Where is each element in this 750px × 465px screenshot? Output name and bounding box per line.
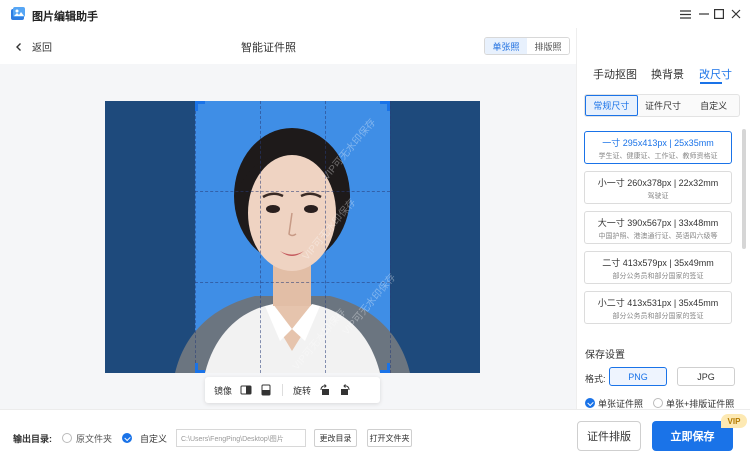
- size-option[interactable]: 小二寸 413x531px | 35x45mm 部分公务员和部分国家的签证: [584, 291, 732, 324]
- size-category-tabs: 常规尺寸 证件尺寸 自定义: [584, 94, 740, 117]
- format-label: 格式:: [585, 374, 606, 384]
- photo-preview[interactable]: VIP可无水印保存 VIP可无水印保存 VIP可无水印保存 VIP可无水印保存: [105, 101, 480, 373]
- active-tab-indicator: [700, 82, 722, 84]
- tab-custom-size[interactable]: 自定义: [688, 95, 739, 116]
- rotate-left-icon[interactable]: [319, 384, 331, 396]
- mode-tabs: 单张照 排版照: [484, 37, 570, 55]
- settings-panel: 手动抠图 换背景 改尺寸 常规尺寸 证件尺寸 自定义 一寸 295x413px …: [576, 28, 750, 409]
- tab-change-background[interactable]: 换背景: [651, 66, 684, 82]
- change-dir-button[interactable]: 更改目录: [314, 429, 357, 447]
- portrait-image: [175, 128, 410, 373]
- edit-toolbar: 镜像 旋转: [205, 377, 380, 403]
- mirror-label: 镜像: [214, 385, 233, 396]
- source-folder-radio[interactable]: [62, 433, 72, 443]
- crop-handle-top-left[interactable]: [195, 101, 205, 111]
- custom-folder-label: 自定义: [140, 434, 168, 444]
- rotate-right-icon[interactable]: [339, 384, 351, 396]
- bottom-bar: 输出目录: 原文件夹 自定义 C:\Users\FengPing\Desktop…: [0, 409, 750, 465]
- single-photo-radio[interactable]: [585, 398, 595, 408]
- vip-badge: VIP: [721, 414, 747, 428]
- tab-change-size[interactable]: 改尺寸: [699, 66, 732, 82]
- size-option-title: 大一寸 390x567px | 33x48mm: [597, 218, 719, 228]
- app-title: 图片编辑助手: [32, 11, 98, 23]
- size-option-desc: 部分公务员和部分国家的签证: [612, 273, 704, 280]
- output-path-input[interactable]: C:\Users\FengPing\Desktop\图片: [176, 429, 306, 447]
- back-button[interactable]: 返回: [14, 39, 52, 54]
- tab-single-photo[interactable]: 单张照: [485, 38, 527, 54]
- toolbar-divider: [282, 384, 284, 396]
- close-icon[interactable]: [727, 5, 745, 23]
- grid-line: [195, 191, 390, 192]
- crop-handle-bottom-left[interactable]: [195, 363, 205, 373]
- flip-horizontal-icon[interactable]: [240, 384, 252, 396]
- size-option-title: 二寸 413x579px | 35x49mm: [602, 258, 714, 268]
- size-option-desc: 部分公务员和部分国家的签证: [612, 313, 704, 320]
- size-option[interactable]: 二寸 413x579px | 35x49mm 部分公务员和部分国家的签证: [584, 251, 732, 284]
- tab-id-size[interactable]: 证件尺寸: [638, 95, 689, 116]
- output-dir-label: 输出目录:: [13, 434, 52, 444]
- format-png-button[interactable]: PNG: [609, 367, 667, 386]
- size-list-scrollbar[interactable]: [742, 129, 746, 249]
- app-logo-icon: [11, 7, 25, 20]
- back-label: 返回: [32, 43, 52, 54]
- crop-handle-bottom-right[interactable]: [380, 363, 390, 373]
- open-folder-button[interactable]: 打开文件夹: [367, 429, 412, 447]
- size-option-title: 小二寸 413x531px | 35x45mm: [597, 298, 719, 308]
- grid-line: [260, 101, 261, 373]
- source-folder-label: 原文件夹: [76, 434, 113, 444]
- tab-layout-photo[interactable]: 排版照: [527, 38, 569, 54]
- grid-line: [195, 282, 390, 283]
- custom-folder-radio[interactable]: [122, 433, 132, 443]
- editor-canvas: VIP可无水印保存 VIP可无水印保存 VIP可无水印保存 VIP可无水印保存 …: [0, 64, 576, 409]
- tab-regular-size[interactable]: 常规尺寸: [585, 95, 638, 116]
- size-option-title: 一寸 295x413px | 25x35mm: [602, 138, 714, 148]
- maximize-icon[interactable]: [710, 5, 728, 23]
- size-option-title: 小一寸 260x378px | 22x32mm: [597, 178, 719, 188]
- size-option[interactable]: 一寸 295x413px | 25x35mm 学生证、健康证、工作证、教师资格证: [584, 131, 732, 164]
- size-option-desc: 学生证、健康证、工作证、教师资格证: [598, 153, 718, 160]
- size-option[interactable]: 小一寸 260x378px | 22x32mm 驾驶证: [584, 171, 732, 204]
- crop-handle-top-right[interactable]: [380, 101, 390, 111]
- grid-line: [390, 101, 391, 373]
- chevron-left-icon: [16, 42, 21, 51]
- layout-button[interactable]: 证件排版: [577, 421, 641, 451]
- single-and-layout-radio[interactable]: [653, 398, 663, 408]
- title-bar: 图片编辑助手: [0, 0, 750, 28]
- flip-vertical-icon[interactable]: [260, 384, 272, 396]
- save-settings-title: 保存设置: [585, 350, 625, 361]
- tab-manual-cutout[interactable]: 手动抠图: [593, 66, 637, 82]
- page-title: 智能证件照: [241, 42, 296, 54]
- menu-icon[interactable]: [676, 5, 694, 23]
- format-jpg-button[interactable]: JPG: [677, 367, 735, 386]
- size-list: 一寸 295x413px | 25x35mm 学生证、健康证、工作证、教师资格证…: [584, 129, 746, 326]
- editor-header: 返回 智能证件照 单张照 排版照: [0, 28, 576, 64]
- size-option-desc: 驾驶证: [647, 193, 669, 200]
- rotate-label: 旋转: [293, 385, 312, 396]
- grid-line: [195, 101, 196, 373]
- size-option-desc: 中国护照、港澳通行证、英语四六级等: [598, 233, 718, 240]
- size-option[interactable]: 大一寸 390x567px | 33x48mm 中国护照、港澳通行证、英语四六级…: [584, 211, 732, 244]
